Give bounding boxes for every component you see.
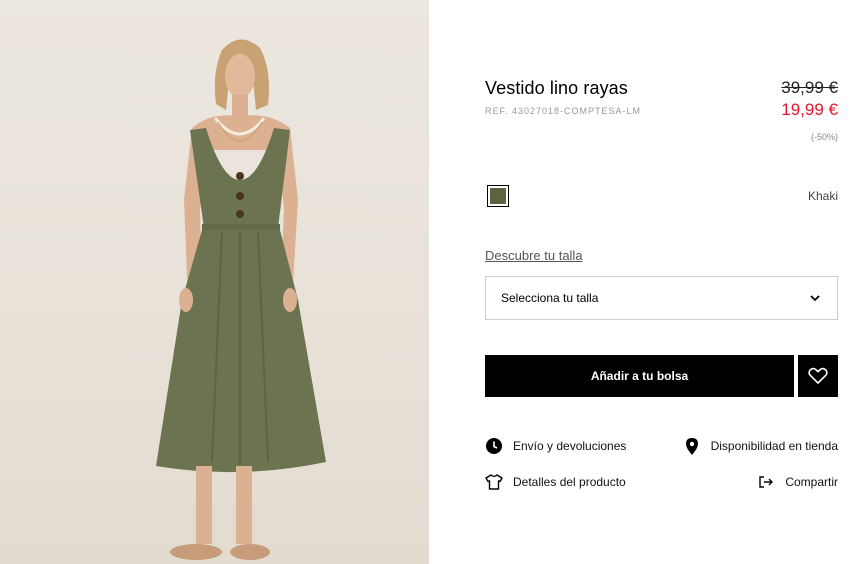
tshirt-icon (485, 473, 503, 491)
color-name: Khaki (807, 189, 838, 203)
favorite-button[interactable] (798, 355, 838, 397)
heart-icon (808, 367, 828, 384)
product-info-panel: Vestido lino rayas REF. 43027018-COMPTES… (485, 0, 838, 564)
clock-icon (485, 437, 503, 455)
size-guide-link[interactable]: Descubre tu talla (485, 248, 583, 263)
store-availability-link[interactable]: Disponibilidad en tienda (683, 437, 838, 455)
size-select[interactable]: Selecciona tu talla (485, 276, 838, 320)
share-arrow-icon (757, 473, 775, 491)
original-price: 39,99 € (781, 78, 838, 97)
share-label: Compartir (785, 475, 838, 489)
swatch-fill (490, 188, 506, 204)
size-select-label: Selecciona tu talla (501, 291, 599, 305)
discount-badge: (-50%) (810, 132, 838, 142)
store-availability-label: Disponibilidad en tienda (710, 439, 838, 453)
product-title: Vestido lino rayas (485, 78, 628, 98)
product-details-label: Detalles del producto (513, 475, 626, 489)
share-link[interactable]: Compartir (757, 473, 838, 491)
shipping-returns-label: Envío y devoluciones (513, 439, 627, 453)
sale-price: 19,99 € (781, 100, 838, 119)
chevron-down-icon (810, 295, 820, 302)
product-reference: REF. 43027018-COMPTESA-LM (485, 106, 642, 116)
shipping-returns-link[interactable]: Envío y devoluciones (485, 437, 626, 455)
add-to-bag-button[interactable]: Añadir a tu bolsa (485, 355, 794, 397)
location-pin-icon (683, 437, 701, 455)
product-details-link[interactable]: Detalles del producto (485, 473, 626, 491)
model-illustration (156, 39, 326, 560)
product-image[interactable] (0, 0, 429, 564)
color-swatch-khaki[interactable] (487, 185, 509, 207)
